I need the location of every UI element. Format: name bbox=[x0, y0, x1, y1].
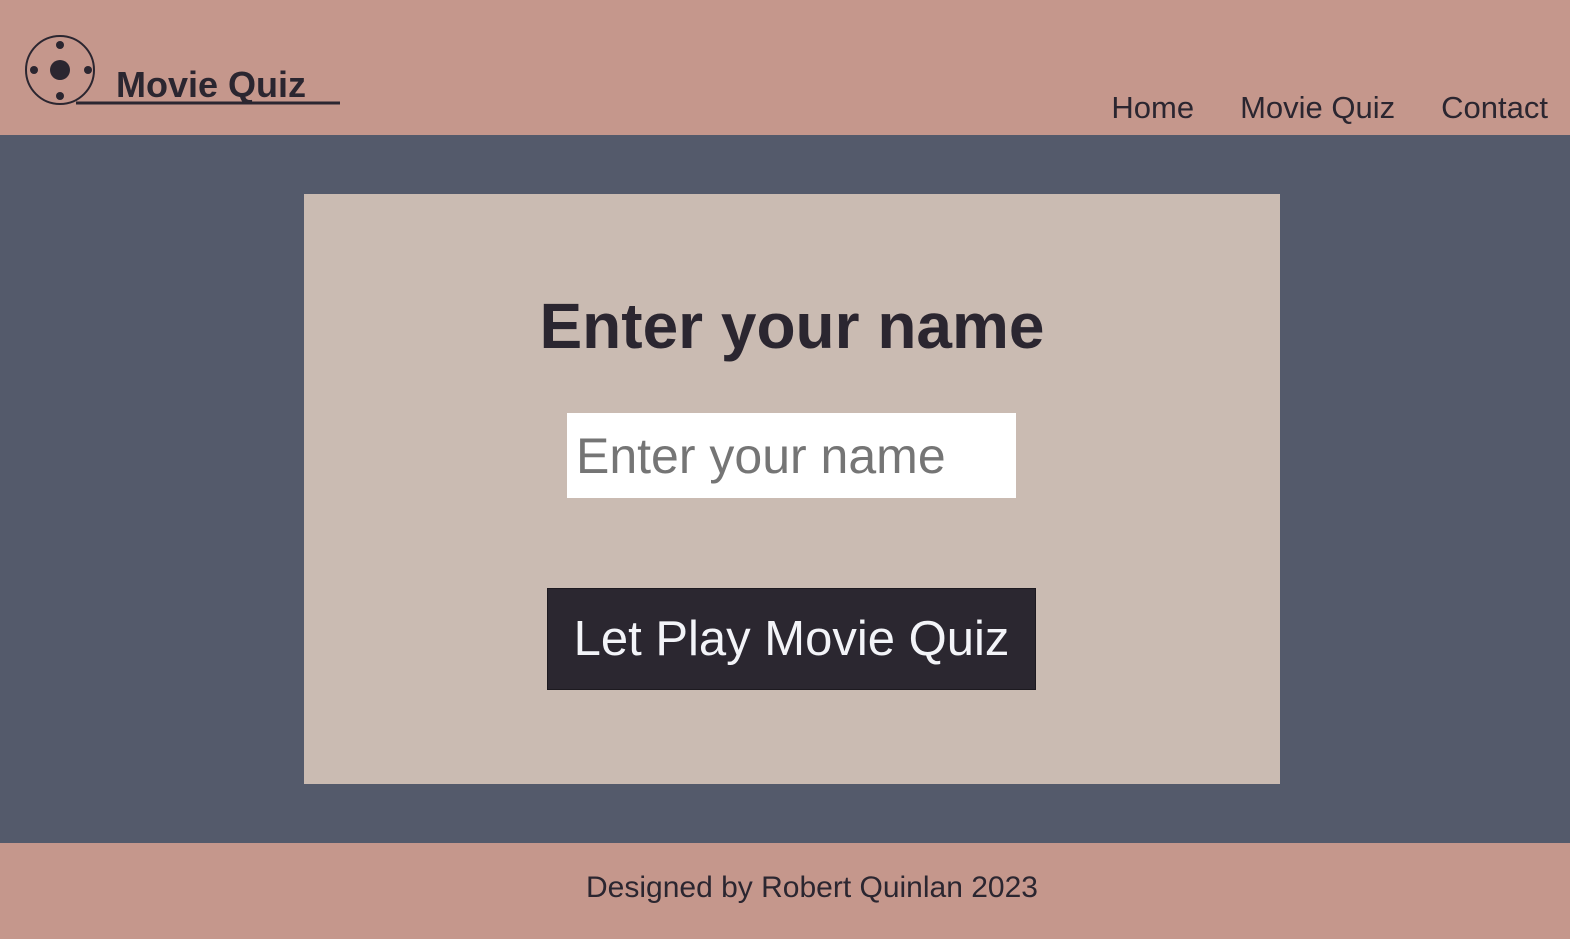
main-content: Enter your name Let Play Movie Quiz bbox=[0, 135, 1570, 843]
footer-credit: Designed by Robert Quinlan 2023 bbox=[586, 871, 1038, 904]
page-title: Enter your name bbox=[539, 290, 1045, 362]
logo[interactable]: Movie Quiz bbox=[24, 34, 344, 110]
name-entry-card: Enter your name Let Play Movie Quiz bbox=[304, 194, 1280, 784]
nav-movie-quiz[interactable]: Movie Quiz bbox=[1240, 90, 1395, 126]
nav-home[interactable]: Home bbox=[1111, 90, 1194, 126]
name-input[interactable] bbox=[567, 413, 1016, 498]
nav-contact[interactable]: Contact bbox=[1441, 90, 1548, 126]
play-quiz-button[interactable]: Let Play Movie Quiz bbox=[547, 588, 1036, 690]
site-header: Movie Quiz Home Movie Quiz Contact bbox=[0, 0, 1570, 135]
site-footer: Designed by Robert Quinlan 2023 bbox=[0, 843, 1570, 939]
logo-text: Movie Quiz bbox=[116, 64, 307, 105]
main-nav: Home Movie Quiz Contact bbox=[1111, 90, 1548, 126]
